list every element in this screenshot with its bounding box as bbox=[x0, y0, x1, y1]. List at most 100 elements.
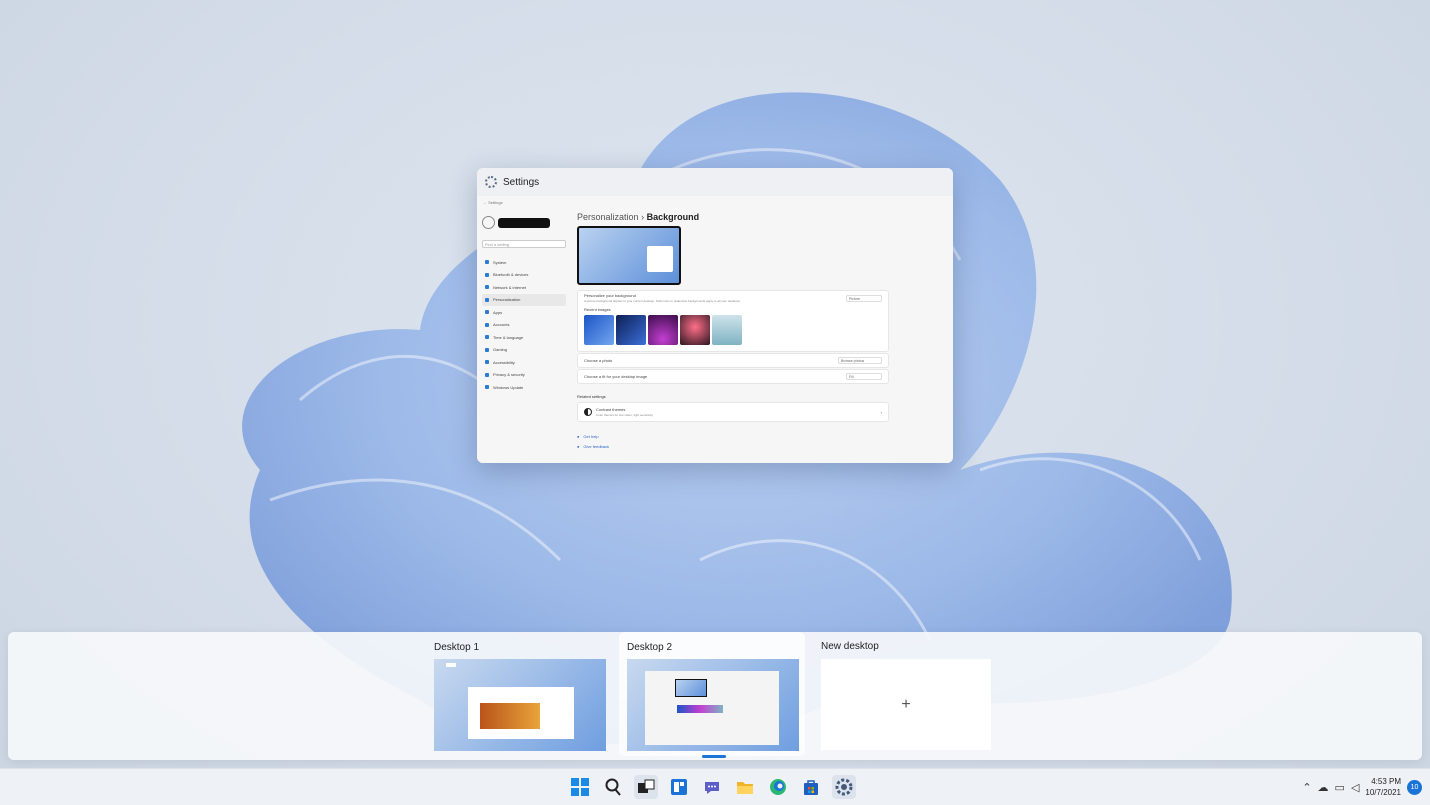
nav-item[interactable]: Accessibility bbox=[482, 356, 566, 369]
new-desktop[interactable]: New desktop + bbox=[813, 632, 999, 756]
desktop-1[interactable]: Desktop 1 bbox=[426, 632, 612, 756]
choose-photo-card: Choose a photo Browse photos bbox=[577, 353, 889, 368]
give-feedback-link[interactable]: ● Give feedback bbox=[577, 444, 889, 449]
chevron-up-icon[interactable]: ⌃ bbox=[1302, 781, 1311, 794]
nav-item-icon bbox=[485, 335, 489, 340]
nav-item-label: Accounts bbox=[493, 322, 510, 328]
title-bar[interactable]: Settings bbox=[477, 168, 953, 197]
nav-item-label: Personalization bbox=[493, 297, 521, 303]
nav-item[interactable]: Bluetooth & devices bbox=[482, 269, 566, 282]
desktop-2-thumbnail[interactable] bbox=[627, 659, 799, 751]
window-title: Settings bbox=[503, 176, 540, 188]
recent-images bbox=[578, 313, 888, 351]
back-nav[interactable]: ← Settings bbox=[483, 200, 503, 205]
settings-icon[interactable] bbox=[832, 775, 856, 799]
nav-item[interactable]: Apps bbox=[482, 306, 566, 319]
breadcrumb-current: Background bbox=[646, 212, 700, 222]
breadcrumb-parent[interactable]: Personalization bbox=[577, 212, 639, 222]
user-name-redacted bbox=[498, 217, 550, 228]
nav-item[interactable]: Privacy & security bbox=[482, 369, 566, 382]
desktop-2-label: Desktop 2 bbox=[627, 642, 673, 653]
recent-image-3[interactable] bbox=[648, 315, 678, 345]
add-desktop-button[interactable]: + bbox=[821, 659, 991, 750]
nav-item[interactable]: Network & internet bbox=[482, 281, 566, 294]
task-view-icon[interactable] bbox=[634, 775, 658, 799]
personalize-card: Personalize your background A picture ba… bbox=[577, 290, 889, 352]
background-preview bbox=[577, 226, 681, 285]
notification-badge[interactable]: 10 bbox=[1407, 779, 1422, 795]
plus-icon: + bbox=[901, 695, 911, 713]
nav-item-icon bbox=[485, 372, 489, 377]
volume-icon[interactable]: ◁ bbox=[1351, 781, 1359, 794]
search-icon[interactable] bbox=[601, 775, 625, 799]
contrast-desc: Color themes for low vision, light sensi… bbox=[596, 413, 654, 417]
nav-item-icon bbox=[485, 385, 489, 390]
desktop-1-thumbnail[interactable] bbox=[434, 659, 606, 751]
nav-item[interactable]: Accounts bbox=[482, 319, 566, 332]
fit-label: Choose a fit for your desktop image bbox=[584, 374, 648, 379]
nav-item-label: Apps bbox=[493, 309, 503, 315]
chat-icon[interactable] bbox=[700, 775, 724, 799]
nav-item-icon bbox=[485, 272, 489, 277]
breadcrumb: Personalization › Background bbox=[577, 212, 889, 222]
nav-item-icon bbox=[485, 297, 489, 302]
settings-content: ← Settings Find a setting System Bluetoot… bbox=[477, 196, 953, 463]
recent-images-label: Recent images bbox=[584, 306, 611, 312]
nav-list: System Bluetooth & devices Network & inter… bbox=[482, 256, 566, 394]
nav-item-icon bbox=[485, 360, 489, 365]
nav-item-icon bbox=[485, 310, 489, 315]
nav-item-icon bbox=[485, 285, 489, 290]
desktop-1-label: Desktop 1 bbox=[434, 642, 480, 653]
get-help-label: Get help bbox=[583, 434, 599, 439]
contrast-icon bbox=[584, 408, 592, 416]
nav-item-icon bbox=[485, 322, 489, 327]
nav-item[interactable]: Windows Update bbox=[482, 381, 566, 394]
avatar[interactable] bbox=[482, 216, 495, 230]
current-desktop-indicator bbox=[702, 755, 726, 758]
network-icon[interactable]: ▭ bbox=[1335, 781, 1345, 794]
nav-item-icon bbox=[485, 260, 489, 265]
choose-photo-label: Choose a photo bbox=[584, 358, 613, 363]
edge-icon[interactable] bbox=[766, 775, 790, 799]
breadcrumb-separator: › bbox=[641, 212, 645, 222]
fit-dropdown[interactable]: Fill bbox=[846, 373, 882, 380]
onedrive-icon[interactable]: ☁ bbox=[1318, 781, 1329, 794]
chevron-right-icon: › bbox=[880, 409, 882, 415]
contrast-themes-card[interactable]: Contrast themes Color themes for low vis… bbox=[577, 402, 889, 422]
nav-item[interactable]: Time & language bbox=[482, 331, 566, 344]
find-setting-input[interactable]: Find a setting bbox=[482, 240, 566, 248]
nav-item[interactable]: Gaming bbox=[482, 344, 566, 357]
background-page: Personalization › Background Personalize… bbox=[577, 212, 889, 449]
nav-item[interactable]: System bbox=[482, 256, 566, 269]
help-icon: ● bbox=[577, 434, 580, 439]
nav-item-label: Bluetooth & devices bbox=[493, 272, 529, 278]
nav-item-label: Accessibility bbox=[493, 359, 515, 365]
get-help-link[interactable]: ● Get help bbox=[577, 434, 889, 439]
fit-card: Choose a fit for your desktop image Fill bbox=[577, 369, 889, 384]
nav-item-label: Network & internet bbox=[493, 284, 526, 290]
related-settings-heading: Related settings bbox=[577, 394, 606, 399]
settings-window[interactable]: Settings ← Settings Find a setting Syste… bbox=[477, 168, 953, 463]
start-icon[interactable] bbox=[568, 775, 592, 799]
nav-item-label: Privacy & security bbox=[493, 372, 525, 378]
recent-image-4[interactable] bbox=[680, 315, 710, 345]
desktop-2[interactable]: Desktop 2 bbox=[619, 632, 805, 756]
contrast-title: Contrast themes bbox=[596, 407, 626, 412]
background-type-dropdown[interactable]: Picture bbox=[846, 294, 882, 302]
nav-item-label: Gaming bbox=[493, 347, 508, 353]
browse-photos-button[interactable]: Browse photos bbox=[838, 357, 882, 364]
nav-item[interactable]: Personalization bbox=[482, 293, 566, 306]
system-tray: ⌃ ☁ ▭ ◁ 4:53 PM 10/7/2021 10 bbox=[1302, 769, 1422, 805]
widgets-icon[interactable] bbox=[667, 775, 691, 799]
store-icon[interactable] bbox=[799, 775, 823, 799]
file-explorer-icon[interactable] bbox=[733, 775, 757, 799]
new-desktop-label: New desktop bbox=[821, 641, 879, 652]
sidebar: Find a setting System Bluetooth & devices… bbox=[482, 214, 566, 394]
personalize-label: Personalize your background bbox=[584, 293, 636, 298]
recent-image-2[interactable] bbox=[616, 315, 646, 345]
give-feedback-label: Give feedback bbox=[583, 444, 609, 449]
recent-image-5[interactable] bbox=[712, 315, 742, 345]
recent-image-1[interactable] bbox=[584, 315, 614, 345]
nav-item-label: Windows Update bbox=[493, 384, 524, 390]
clock[interactable]: 4:53 PM 10/7/2021 bbox=[1365, 776, 1401, 798]
